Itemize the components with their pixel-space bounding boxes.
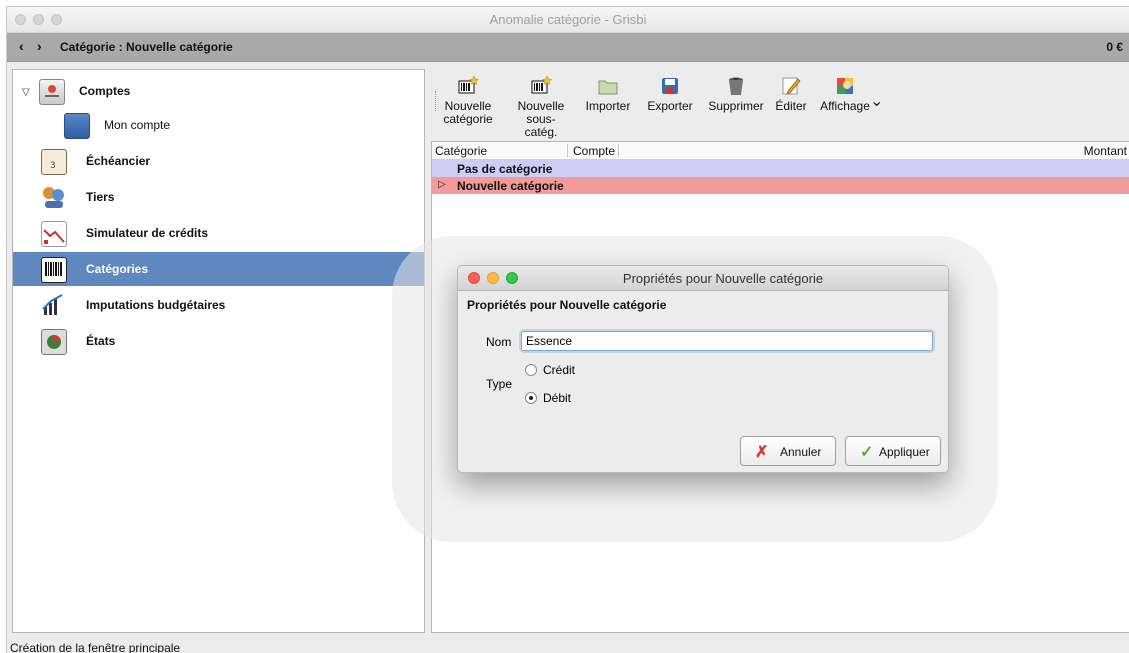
chart-icon (41, 221, 67, 247)
toolbar: Nouvelle catégorie Nouvelle sous-catég. … (431, 69, 1129, 139)
new-category-label: Nouvelle catégorie (443, 99, 493, 126)
sidebar-item-categories[interactable]: Catégories (13, 252, 424, 286)
pencil-icon (780, 75, 802, 97)
people-icon (41, 185, 65, 209)
sidebar-item-label: Simulateur de crédits (86, 226, 209, 240)
sidebar-item-label: Imputations budgétaires (86, 298, 226, 312)
cancel-x-icon: ✗ (755, 444, 769, 461)
table-header: Catégorie Compte Montant (432, 142, 1129, 160)
type-label: Type (486, 377, 513, 391)
sidebar-item-label: Tiers (86, 190, 115, 204)
new-subcategory-label: Nouvelle sous-catég. (517, 99, 565, 139)
sidebar-item-echeancier[interactable]: 3 Échéancier (13, 144, 424, 178)
dialog-title: Propriétés pour Nouvelle catégorie (622, 271, 824, 286)
apply-label: Appliquer (879, 445, 930, 459)
accounts-icon (39, 79, 65, 105)
sidebar-item-comptes[interactable]: ▽ Comptes (13, 74, 424, 108)
balance-value: 0 € (1106, 40, 1123, 54)
save-disk-icon (659, 75, 681, 97)
dialog-title-bar: Propriétés pour Nouvelle catégorie (458, 266, 948, 291)
table-row[interactable]: ▷ Nouvelle catégorie (432, 177, 1129, 194)
import-button[interactable]: Importer (581, 75, 635, 113)
export-label: Exporter (647, 99, 693, 113)
window-title: Anomalie catégorie - Grisbi (489, 12, 647, 27)
cancel-label: Annuler (780, 445, 822, 459)
toolbar-overflow-chevron-icon[interactable]: ⌄ (870, 91, 883, 111)
trash-icon (725, 75, 747, 97)
account-card-icon (64, 113, 90, 139)
row-label: Pas de catégorie (457, 162, 553, 176)
title-bar: Anomalie catégorie - Grisbi (7, 7, 1129, 33)
svg-text:3: 3 (50, 161, 56, 171)
page-title: Catégorie : Nouvelle catégorie (60, 40, 233, 54)
edit-label: Éditer (775, 99, 807, 113)
delete-button[interactable]: Supprimer (703, 75, 769, 113)
sidebar: ▽ Comptes Mon compte 3 Échéancier Tiers (12, 69, 425, 633)
barcode-icon (41, 257, 67, 283)
dialog-close-button[interactable] (468, 272, 480, 284)
credit-radio-label[interactable]: Crédit (543, 363, 575, 377)
new-category-button[interactable]: Nouvelle catégorie (441, 75, 495, 126)
sidebar-item-label: États (86, 334, 116, 348)
budget-chart-icon (41, 293, 65, 317)
calendar-icon: 3 (41, 149, 67, 175)
forward-arrow-icon[interactable]: › (37, 38, 42, 54)
view-button[interactable]: Affichage (817, 75, 873, 113)
column-header-categorie[interactable]: Catégorie (435, 144, 487, 158)
sidebar-item-mon-compte[interactable]: Mon compte (13, 108, 424, 142)
reports-icon (41, 329, 67, 355)
debit-radio-label[interactable]: Débit (543, 391, 571, 405)
apply-check-icon: ✓ (860, 444, 874, 461)
column-header-compte[interactable]: Compte (573, 144, 615, 158)
view-options-icon (834, 75, 856, 97)
back-arrow-icon[interactable]: ‹ (19, 38, 24, 54)
status-text: Création de la fenêtre principale (10, 641, 181, 653)
cancel-button[interactable]: ✗ Annuler (740, 436, 836, 466)
new-subcategory-button[interactable]: Nouvelle sous-catég. (511, 75, 571, 139)
sidebar-item-imputations[interactable]: Imputations budgétaires (13, 288, 424, 322)
debit-radio[interactable] (525, 392, 537, 404)
sidebar-item-etats[interactable]: États (13, 324, 424, 358)
column-separator (618, 144, 619, 157)
export-button[interactable]: Exporter (643, 75, 697, 113)
apply-button[interactable]: ✓ Appliquer (845, 436, 941, 466)
dialog-heading: Propriétés pour Nouvelle catégorie (467, 298, 667, 312)
expand-triangle-icon[interactable]: ▷ (438, 179, 446, 190)
credit-radio[interactable] (525, 364, 537, 376)
row-label: Nouvelle catégorie (457, 179, 564, 193)
delete-label: Supprimer (708, 99, 764, 113)
sidebar-item-label: Comptes (79, 84, 131, 98)
name-input[interactable] (521, 331, 933, 351)
sidebar-item-label: Catégories (86, 262, 149, 276)
toolbar-grip[interactable] (435, 91, 438, 111)
sidebar-item-tiers[interactable]: Tiers (13, 180, 424, 214)
sidebar-item-simulateur[interactable]: Simulateur de crédits (13, 216, 424, 250)
column-header-montant[interactable]: Montant (1084, 144, 1127, 158)
table-row[interactable]: Pas de catégorie (432, 160, 1129, 177)
new-subcategory-icon (530, 75, 553, 97)
properties-dialog: Propriétés pour Nouvelle catégorie Propr… (457, 265, 949, 473)
edit-button[interactable]: Éditer (773, 75, 809, 113)
sidebar-item-label: Mon compte (104, 118, 171, 132)
status-bar: Création de la fenêtre principale (7, 637, 1129, 653)
new-category-icon (457, 75, 480, 97)
navigation-header: ‹ › Catégorie : Nouvelle catégorie 0 € (7, 33, 1129, 62)
column-separator (567, 144, 568, 157)
import-label: Importer (585, 99, 631, 113)
disclosure-triangle-icon[interactable]: ▽ (22, 87, 30, 98)
folder-icon (597, 75, 619, 97)
name-label: Nom (486, 335, 512, 349)
view-label: Affichage (820, 99, 870, 113)
sidebar-item-label: Échéancier (86, 154, 151, 168)
